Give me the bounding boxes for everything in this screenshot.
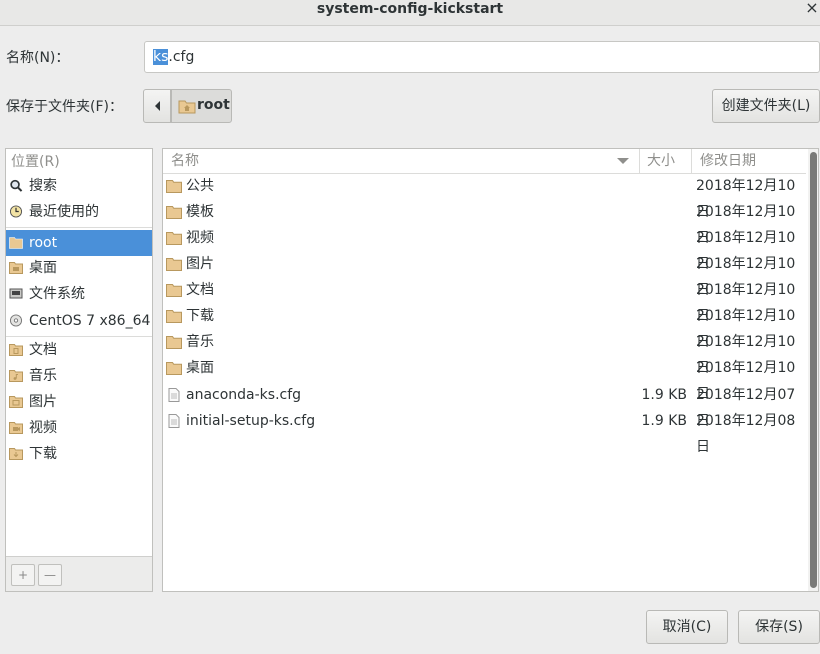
text-file-icon: [168, 414, 180, 428]
places-separator: [6, 227, 152, 228]
place-label: 音乐: [29, 368, 57, 384]
folder-icon: [166, 362, 182, 375]
file-name: 音乐: [186, 334, 214, 350]
folder-icon: [166, 232, 182, 245]
file-name: initial-setup-ks.cfg: [186, 413, 316, 429]
place-item-search[interactable]: 搜索: [6, 173, 152, 199]
file-modified: 2018年12月08日: [696, 413, 796, 455]
column-header-size[interactable]: 大小: [640, 149, 692, 173]
place-label: 桌面: [29, 260, 57, 276]
file-row[interactable]: initial-setup-ks.cfg 1.9 KB 2018年12月08日: [163, 408, 806, 455]
folder-icon: [166, 180, 182, 193]
downloads-folder-icon: [9, 448, 23, 460]
file-row[interactable]: 桌面 2018年12月10日: [163, 355, 806, 402]
file-row[interactable]: anaconda-ks.cfg 1.9 KB 2018年12月07日: [163, 382, 806, 429]
place-item-root[interactable]: root: [6, 230, 152, 256]
place-label: root: [29, 235, 58, 251]
file-name: 图片: [186, 256, 214, 272]
music-folder-icon: [9, 370, 23, 382]
folder-icon: [166, 284, 182, 297]
text-file-icon: [168, 388, 180, 402]
place-label: 搜索: [29, 178, 57, 194]
place-item-documents[interactable]: 文档: [6, 337, 152, 363]
file-row[interactable]: 模板 2018年12月10日: [163, 199, 806, 246]
file-row[interactable]: 下载 2018年12月10日: [163, 303, 806, 350]
folder-icon: [166, 310, 182, 323]
home-folder-icon: [9, 237, 23, 249]
place-label: 文档: [29, 342, 57, 358]
pictures-folder-icon: [9, 396, 23, 408]
path-back-button[interactable]: [143, 89, 171, 123]
filename-selected-text: ks: [153, 49, 169, 65]
drive-icon: [9, 288, 23, 299]
file-name: 公共: [186, 178, 214, 194]
file-name: anaconda-ks.cfg: [186, 387, 302, 403]
place-item-downloads[interactable]: 下载: [6, 441, 152, 467]
place-item-videos[interactable]: 视频: [6, 415, 152, 441]
file-row[interactable]: 视频 2018年12月10日: [163, 225, 806, 272]
place-item-desktop[interactable]: 桌面: [6, 255, 152, 281]
file-name: 桌面: [186, 360, 214, 376]
documents-folder-icon: [9, 344, 23, 356]
place-item-filesystem[interactable]: 文件系统: [6, 281, 152, 307]
file-name: 下载: [186, 308, 214, 324]
column-header-modified[interactable]: 修改日期: [692, 149, 806, 173]
clock-icon: [9, 205, 23, 218]
close-icon[interactable]: ×: [804, 0, 820, 18]
place-item-centos[interactable]: CentOS 7 x86_64: [6, 308, 152, 334]
place-label: 最近使用的: [29, 204, 99, 220]
place-label: 文件系统: [29, 286, 85, 302]
cancel-button[interactable]: 取消(C): [646, 610, 728, 644]
place-item-pictures[interactable]: 图片: [6, 389, 152, 415]
place-label: CentOS 7 x86_64: [29, 313, 151, 329]
save-button[interactable]: 保存(S): [738, 610, 820, 644]
desktop-folder-icon: [9, 262, 23, 274]
place-label: 视频: [29, 420, 57, 436]
column-header-name[interactable]: 名称: [163, 149, 640, 173]
place-label: 下载: [29, 446, 57, 462]
videos-folder-icon: [9, 422, 23, 434]
remove-place-button[interactable]: —: [38, 564, 62, 586]
places-header: 位置(R): [11, 154, 60, 170]
file-row[interactable]: 文档 2018年12月10日: [163, 277, 806, 324]
scrollbar-thumb[interactable]: [810, 152, 817, 588]
window-title: system-config-kickstart: [316, 1, 504, 17]
folder-icon: [166, 336, 182, 349]
path-root-button[interactable]: root: [171, 89, 232, 123]
column-name-label: 名称: [171, 153, 199, 169]
create-folder-button[interactable]: 创建文件夹(L): [712, 89, 820, 123]
folder-icon: [166, 258, 182, 271]
file-size: 1.9 KB: [641, 387, 688, 403]
place-item-recent[interactable]: 最近使用的: [6, 199, 152, 225]
file-name: 文档: [186, 282, 214, 298]
file-row[interactable]: 公共 2018年12月10日: [163, 173, 806, 220]
add-place-button[interactable]: +: [11, 564, 35, 586]
path-root-label: root: [197, 97, 230, 113]
file-name: 视频: [186, 230, 214, 246]
file-row[interactable]: 音乐 2018年12月10日: [163, 329, 806, 376]
sort-down-icon: [617, 158, 629, 164]
file-row[interactable]: 图片 2018年12月10日: [163, 251, 806, 298]
folder-icon: [166, 206, 182, 219]
file-name: 模板: [186, 204, 214, 220]
disc-icon: [9, 314, 23, 327]
name-label: 名称(N)：: [6, 50, 70, 66]
filename-input[interactable]: ks.cfg: [144, 41, 820, 73]
filename-rest-text: .cfg: [168, 49, 195, 65]
chevron-left-icon: [155, 101, 160, 111]
place-label: 图片: [29, 394, 57, 410]
home-folder-icon: [178, 100, 196, 114]
save-in-label: 保存于文件夹(F)：: [6, 99, 123, 115]
place-item-music[interactable]: 音乐: [6, 363, 152, 389]
file-size: 1.9 KB: [641, 413, 688, 429]
search-icon: [10, 179, 23, 192]
